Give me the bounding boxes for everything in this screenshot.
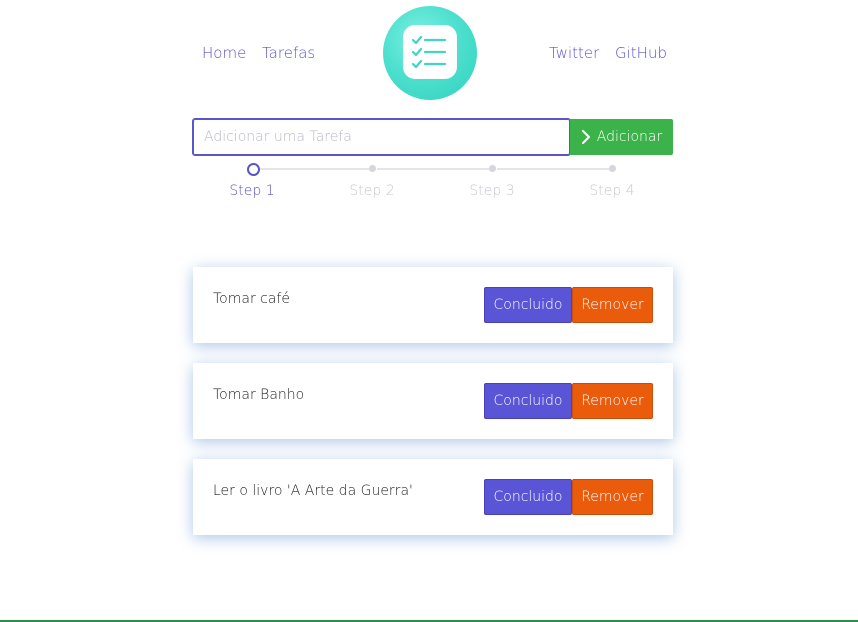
step-1-label: Step 1 bbox=[229, 183, 275, 199]
checklist-icon bbox=[411, 35, 447, 69]
page: Home Tarefas Twitter GitHub Adicionar um… bbox=[0, 0, 858, 622]
chevron-right-icon bbox=[581, 130, 590, 144]
nav-twitter-link[interactable]: Twitter bbox=[549, 44, 599, 62]
mark-done-button[interactable]: Concluido bbox=[484, 479, 572, 515]
task-text: Tomar Banho bbox=[213, 387, 305, 403]
logo-card bbox=[403, 25, 457, 79]
step-4-label: Step 4 bbox=[589, 183, 635, 199]
step-connector bbox=[377, 168, 489, 170]
nav-home-link[interactable]: Home bbox=[202, 44, 246, 62]
task-card: Ler o livro 'A Arte da Guerra' Concluido… bbox=[193, 459, 673, 535]
nav-github-link[interactable]: GitHub bbox=[615, 44, 667, 62]
mark-done-button[interactable]: Concluido bbox=[484, 287, 572, 323]
nav-tasks-link[interactable]: Tarefas bbox=[262, 44, 315, 62]
step-1-dot[interactable] bbox=[247, 163, 260, 176]
task-card: Tomar Banho Concluido Remover bbox=[193, 363, 673, 439]
task-card: Tomar café Concluido Remover bbox=[193, 267, 673, 343]
step-2-dot[interactable] bbox=[369, 165, 376, 172]
step-connector bbox=[497, 168, 609, 170]
app-logo[interactable] bbox=[383, 6, 477, 100]
task-text: Ler o livro 'A Arte da Guerra' bbox=[213, 483, 413, 499]
step-3-label: Step 3 bbox=[469, 183, 515, 199]
step-4-dot[interactable] bbox=[609, 165, 616, 172]
task-text: Tomar café bbox=[213, 291, 290, 307]
remove-task-button[interactable]: Remover bbox=[572, 383, 653, 419]
mark-done-button[interactable]: Concluido bbox=[484, 383, 572, 419]
step-connector bbox=[257, 168, 369, 170]
add-task-button-label: Adicionar bbox=[596, 129, 663, 145]
remove-task-button[interactable]: Remover bbox=[572, 287, 653, 323]
add-task-button[interactable]: Adicionar bbox=[570, 119, 673, 155]
task-input[interactable] bbox=[192, 118, 571, 156]
remove-task-button[interactable]: Remover bbox=[572, 479, 653, 515]
step-3-dot[interactable] bbox=[489, 165, 496, 172]
step-2-label: Step 2 bbox=[349, 183, 395, 199]
